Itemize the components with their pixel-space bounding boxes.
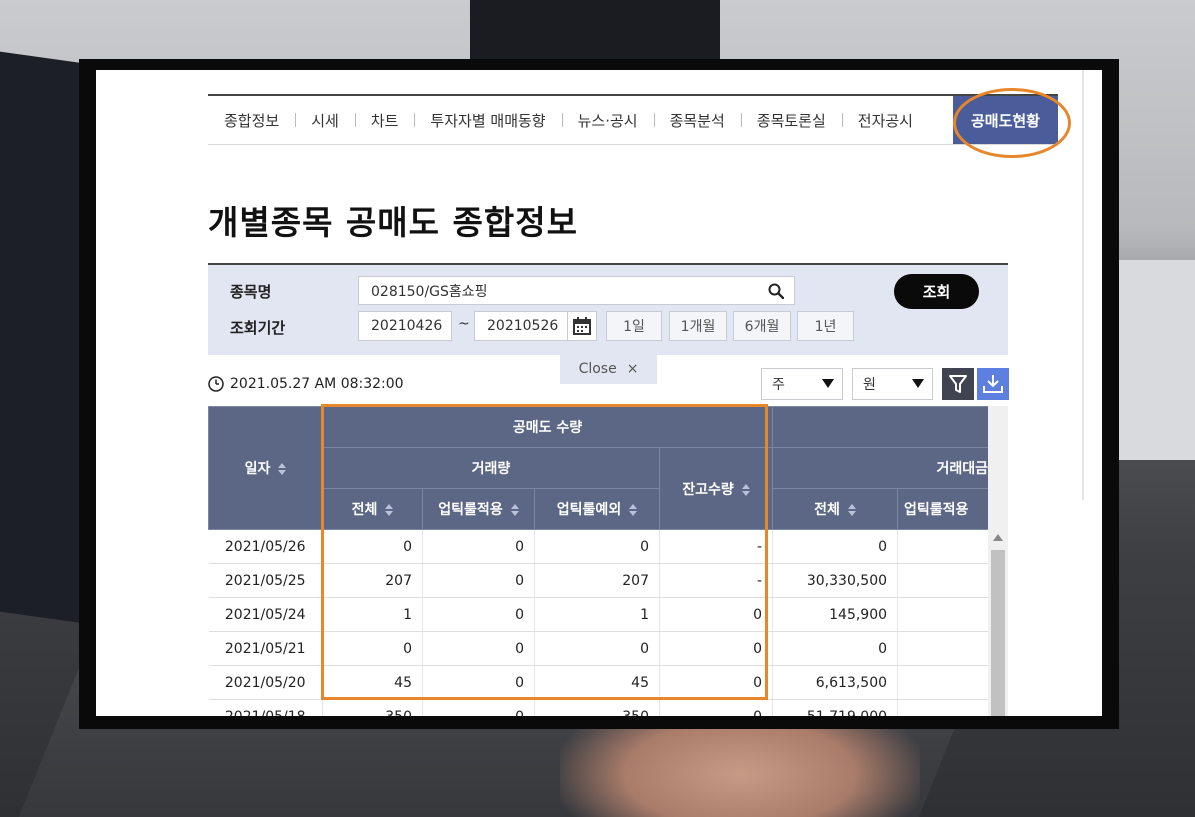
timestamp: 2021.05.27 AM 08:32:00	[208, 376, 404, 392]
period-1day-button[interactable]: 1일	[606, 311, 662, 341]
tab-investor-trading[interactable]: 투자자별 매매동향	[414, 110, 561, 131]
row-total: 350	[322, 699, 423, 716]
highlight-annotation-oval	[953, 88, 1071, 158]
highlight-annotation-box	[321, 404, 768, 700]
row-date: 2021/05/25	[208, 563, 323, 598]
row-amount-uptick	[897, 665, 988, 700]
sort-icon	[847, 504, 856, 516]
scroll-up-icon[interactable]	[993, 534, 1003, 541]
table-row: 2021/05/18 350 0 350 0 51,719,000	[208, 699, 988, 716]
query-button[interactable]: 조회	[894, 274, 979, 309]
date-to-input[interactable]: 20210526	[474, 311, 568, 341]
row-date: 2021/05/20	[208, 665, 323, 700]
tab-news-disclosure[interactable]: 뉴스·공시	[561, 110, 654, 131]
scroll-thumb[interactable]	[991, 550, 1005, 716]
row-date: 2021/05/21	[208, 631, 323, 666]
tab-chart[interactable]: 차트	[354, 110, 415, 131]
currency-select[interactable]: 원	[852, 368, 933, 400]
row-exempt: 350	[534, 699, 660, 716]
stock-search-input[interactable]: 028150/GS홈쇼핑	[358, 276, 795, 305]
tab-discussion[interactable]: 종목토론실	[740, 110, 842, 131]
period-label: 조회기간	[230, 319, 286, 337]
chevron-down-icon	[912, 379, 924, 388]
calendar-button[interactable]	[567, 311, 597, 341]
currency-select-value: 원	[863, 377, 876, 393]
background-laptop-top	[470, 0, 720, 60]
stock-search-value: 028150/GS홈쇼핑	[371, 283, 488, 300]
divider	[1082, 70, 1084, 500]
tab-e-disclosure[interactable]: 전자공시	[841, 110, 929, 131]
download-button[interactable]	[977, 368, 1009, 400]
row-date: 2021/05/18	[208, 699, 323, 716]
row-amount-total: 30,330,500	[772, 563, 899, 598]
download-icon	[983, 375, 1003, 393]
tab-overview[interactable]: 종합정보	[208, 110, 295, 131]
period-6month-button[interactable]: 6개월	[733, 311, 791, 341]
close-panel-tab[interactable]: Close ×	[560, 353, 657, 384]
date-range-separator: ~	[458, 316, 470, 332]
row-amount-uptick	[897, 563, 988, 598]
filter-icon	[949, 375, 967, 393]
amount-uptick-applied-header[interactable]: 업틱룰적용	[897, 488, 988, 530]
date-header[interactable]: 일자	[208, 406, 323, 530]
tab-quotes[interactable]: 시세	[295, 110, 355, 131]
row-uptick: 0	[422, 699, 535, 716]
table-scrollbar[interactable]	[988, 406, 1008, 716]
tab-stock-analysis[interactable]: 종목분석	[653, 110, 741, 131]
row-amount-uptick	[897, 597, 988, 632]
close-label: Close	[578, 360, 617, 377]
row-amount-total: 0	[772, 631, 899, 666]
row-balance: 0	[659, 699, 774, 716]
row-amount-uptick	[897, 699, 988, 716]
row-amount-total: 145,900	[772, 597, 899, 632]
amount-total-header[interactable]: 전체	[772, 488, 899, 530]
filter-button[interactable]	[942, 368, 974, 400]
row-amount-uptick	[897, 529, 988, 564]
row-date: 2021/05/24	[208, 597, 323, 632]
sort-icon	[278, 463, 287, 475]
page-title: 개별종목 공매도 종합정보	[208, 203, 578, 242]
timestamp-text: 2021.05.27 AM 08:32:00	[230, 376, 404, 392]
clock-icon	[208, 376, 224, 392]
trade-amount-header: 거래대금	[772, 447, 988, 489]
search-icon[interactable]	[768, 283, 784, 299]
calendar-icon	[573, 317, 591, 335]
row-date: 2021/05/26	[208, 529, 323, 564]
period-1month-button[interactable]: 1개월	[669, 311, 727, 341]
stock-tab-nav: 종합정보 시세 차트 투자자별 매매동향 뉴스·공시 종목분석 종목토론실 전자…	[208, 94, 1058, 145]
unit-select-value: 주	[772, 377, 785, 393]
period-1year-button[interactable]: 1년	[797, 311, 854, 341]
row-amount-total: 51,719,000	[772, 699, 899, 716]
stock-name-label: 종목명	[230, 283, 272, 301]
close-icon: ×	[626, 360, 639, 377]
row-amount-total: 6,613,500	[772, 665, 899, 700]
trade-amount-header-spacer	[772, 406, 988, 448]
unit-select[interactable]: 주	[761, 368, 843, 400]
date-from-input[interactable]: 20210426	[358, 311, 452, 341]
row-amount-total: 0	[772, 529, 899, 564]
row-amount-uptick	[897, 631, 988, 666]
chevron-down-icon	[822, 379, 834, 388]
